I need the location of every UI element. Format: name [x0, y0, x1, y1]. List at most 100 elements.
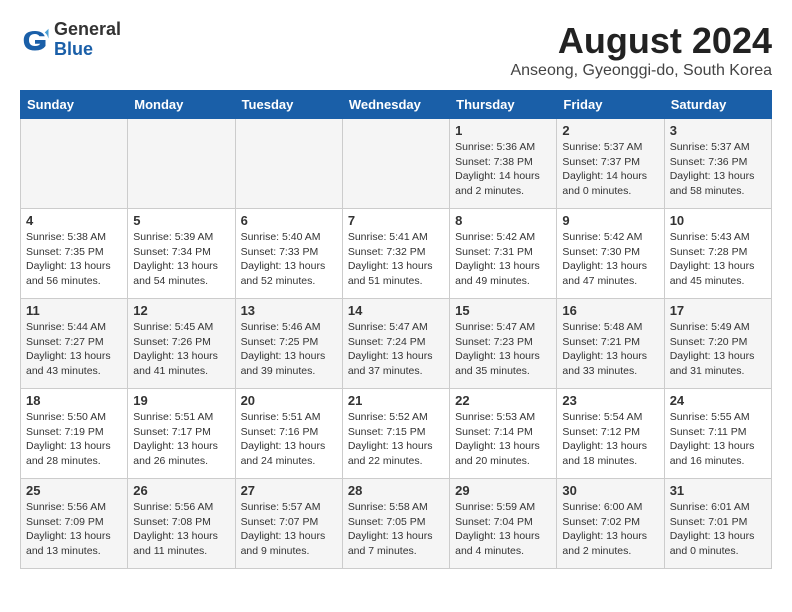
calendar-week-row: 11 Sunrise: 5:44 AM Sunset: 7:27 PM Dayli… [21, 299, 772, 389]
calendar-week-row: 4 Sunrise: 5:38 AM Sunset: 7:35 PM Daylig… [21, 209, 772, 299]
calendar-cell: 1 Sunrise: 5:36 AM Sunset: 7:38 PM Daylig… [450, 119, 557, 209]
day-info: Sunrise: 5:45 AM Sunset: 7:26 PM Dayligh… [133, 320, 229, 379]
day-number: 22 [455, 393, 551, 408]
day-number: 15 [455, 303, 551, 318]
day-info: Sunrise: 5:36 AM Sunset: 7:38 PM Dayligh… [455, 140, 551, 199]
calendar-cell: 3Sunrise: 5:37 AM Sunset: 7:36 PM Daylig… [664, 119, 771, 209]
day-info: Sunrise: 5:54 AM Sunset: 7:12 PM Dayligh… [562, 410, 658, 469]
day-info: Sunrise: 6:00 AM Sunset: 7:02 PM Dayligh… [562, 500, 658, 559]
month-year-title: August 2024 [510, 20, 772, 62]
calendar-cell: 31 Sunrise: 6:01 AM Sunset: 7:01 PM Dayli… [664, 479, 771, 569]
day-number: 6 [241, 213, 337, 228]
calendar-cell: 27Sunrise: 5:57 AM Sunset: 7:07 PM Dayli… [235, 479, 342, 569]
day-info: Sunrise: 5:43 AM Sunset: 7:28 PM Dayligh… [670, 230, 766, 289]
day-info: Sunrise: 5:49 AM Sunset: 7:20 PM Dayligh… [670, 320, 766, 379]
day-number: 19 [133, 393, 229, 408]
day-info: Sunrise: 5:37 AM Sunset: 7:37 PM Dayligh… [562, 140, 658, 199]
day-number: 8 [455, 213, 551, 228]
day-info: Sunrise: 5:58 AM Sunset: 7:05 PM Dayligh… [348, 500, 444, 559]
calendar-week-row: 1 Sunrise: 5:36 AM Sunset: 7:38 PM Daylig… [21, 119, 772, 209]
day-number: 16 [562, 303, 658, 318]
calendar-cell: 11 Sunrise: 5:44 AM Sunset: 7:27 PM Dayli… [21, 299, 128, 389]
day-number: 2 [562, 123, 658, 138]
day-info: Sunrise: 5:53 AM Sunset: 7:14 PM Dayligh… [455, 410, 551, 469]
day-info: Sunrise: 5:44 AM Sunset: 7:27 PM Dayligh… [26, 320, 122, 379]
calendar-cell [235, 119, 342, 209]
calendar-cell: 6 Sunrise: 5:40 AM Sunset: 7:33 PM Daylig… [235, 209, 342, 299]
day-number: 7 [348, 213, 444, 228]
day-info: Sunrise: 5:47 AM Sunset: 7:24 PM Dayligh… [348, 320, 444, 379]
calendar-cell: 13 Sunrise: 5:46 AM Sunset: 7:25 PM Dayli… [235, 299, 342, 389]
page-header: General Blue August 2024 Anseong, Gyeong… [20, 20, 772, 80]
day-number: 28 [348, 483, 444, 498]
logo-blue: Blue [54, 39, 93, 59]
day-info: Sunrise: 5:41 AM Sunset: 7:32 PM Dayligh… [348, 230, 444, 289]
calendar-cell: 2 Sunrise: 5:37 AM Sunset: 7:37 PM Daylig… [557, 119, 664, 209]
day-info: Sunrise: 5:50 AM Sunset: 7:19 PM Dayligh… [26, 410, 122, 469]
day-number: 5 [133, 213, 229, 228]
day-info: Sunrise: 5:51 AM Sunset: 7:17 PM Dayligh… [133, 410, 229, 469]
calendar-cell: 26Sunrise: 5:56 AM Sunset: 7:08 PM Dayli… [128, 479, 235, 569]
day-number: 9 [562, 213, 658, 228]
day-info: Sunrise: 5:42 AM Sunset: 7:30 PM Dayligh… [562, 230, 658, 289]
calendar-cell: 18Sunrise: 5:50 AM Sunset: 7:19 PM Dayli… [21, 389, 128, 479]
day-number: 17 [670, 303, 766, 318]
logo: General Blue [20, 20, 121, 60]
calendar-cell: 25 Sunrise: 5:56 AM Sunset: 7:09 PM Dayli… [21, 479, 128, 569]
calendar-table: SundayMondayTuesdayWednesdayThursdayFrid… [20, 90, 772, 569]
day-info: Sunrise: 5:40 AM Sunset: 7:33 PM Dayligh… [241, 230, 337, 289]
day-number: 23 [562, 393, 658, 408]
calendar-cell: 23 Sunrise: 5:54 AM Sunset: 7:12 PM Dayli… [557, 389, 664, 479]
calendar-cell: 12 Sunrise: 5:45 AM Sunset: 7:26 PM Dayli… [128, 299, 235, 389]
day-number: 25 [26, 483, 122, 498]
location-subtitle: Anseong, Gyeonggi-do, South Korea [510, 62, 772, 80]
day-info: Sunrise: 5:55 AM Sunset: 7:11 PM Dayligh… [670, 410, 766, 469]
day-number: 31 [670, 483, 766, 498]
calendar-cell: 20 Sunrise: 5:51 AM Sunset: 7:16 PM Dayli… [235, 389, 342, 479]
day-number: 20 [241, 393, 337, 408]
calendar-cell: 14 Sunrise: 5:47 AM Sunset: 7:24 PM Dayli… [342, 299, 449, 389]
calendar-cell: 21Sunrise: 5:52 AM Sunset: 7:15 PM Dayli… [342, 389, 449, 479]
calendar-cell: 4 Sunrise: 5:38 AM Sunset: 7:35 PM Daylig… [21, 209, 128, 299]
calendar-week-row: 25 Sunrise: 5:56 AM Sunset: 7:09 PM Dayli… [21, 479, 772, 569]
calendar-header-row: SundayMondayTuesdayWednesdayThursdayFrid… [21, 91, 772, 119]
calendar-cell: 10 Sunrise: 5:43 AM Sunset: 7:28 PM Dayli… [664, 209, 771, 299]
day-info: Sunrise: 5:38 AM Sunset: 7:35 PM Dayligh… [26, 230, 122, 289]
calendar-cell [21, 119, 128, 209]
column-header-wednesday: Wednesday [342, 91, 449, 119]
calendar-cell: 9 Sunrise: 5:42 AM Sunset: 7:30 PM Daylig… [557, 209, 664, 299]
calendar-cell: 24 Sunrise: 5:55 AM Sunset: 7:11 PM Dayli… [664, 389, 771, 479]
calendar-cell: 17 Sunrise: 5:49 AM Sunset: 7:20 PM Dayli… [664, 299, 771, 389]
calendar-cell: 7 Sunrise: 5:41 AM Sunset: 7:32 PM Daylig… [342, 209, 449, 299]
day-info: Sunrise: 5:51 AM Sunset: 7:16 PM Dayligh… [241, 410, 337, 469]
day-info: Sunrise: 5:46 AM Sunset: 7:25 PM Dayligh… [241, 320, 337, 379]
general-blue-logo-icon [20, 25, 50, 55]
day-number: 30 [562, 483, 658, 498]
day-number: 27 [241, 483, 337, 498]
day-number: 29 [455, 483, 551, 498]
logo-text: General Blue [54, 20, 121, 60]
day-info: Sunrise: 6:01 AM Sunset: 7:01 PM Dayligh… [670, 500, 766, 559]
day-number: 1 [455, 123, 551, 138]
day-number: 4 [26, 213, 122, 228]
column-header-monday: Monday [128, 91, 235, 119]
column-header-saturday: Saturday [664, 91, 771, 119]
day-number: 12 [133, 303, 229, 318]
calendar-cell: 30 Sunrise: 6:00 AM Sunset: 7:02 PM Dayli… [557, 479, 664, 569]
day-info: Sunrise: 5:37 AM Sunset: 7:36 PM Dayligh… [670, 140, 766, 199]
day-number: 11 [26, 303, 122, 318]
day-number: 24 [670, 393, 766, 408]
day-number: 13 [241, 303, 337, 318]
calendar-cell: 28 Sunrise: 5:58 AM Sunset: 7:05 PM Dayli… [342, 479, 449, 569]
calendar-week-row: 18Sunrise: 5:50 AM Sunset: 7:19 PM Dayli… [21, 389, 772, 479]
calendar-cell: 15Sunrise: 5:47 AM Sunset: 7:23 PM Dayli… [450, 299, 557, 389]
day-number: 10 [670, 213, 766, 228]
day-number: 14 [348, 303, 444, 318]
calendar-cell [342, 119, 449, 209]
column-header-thursday: Thursday [450, 91, 557, 119]
day-info: Sunrise: 5:39 AM Sunset: 7:34 PM Dayligh… [133, 230, 229, 289]
calendar-cell: 22 Sunrise: 5:53 AM Sunset: 7:14 PM Dayli… [450, 389, 557, 479]
day-info: Sunrise: 5:48 AM Sunset: 7:21 PM Dayligh… [562, 320, 658, 379]
day-info: Sunrise: 5:56 AM Sunset: 7:09 PM Dayligh… [26, 500, 122, 559]
column-header-friday: Friday [557, 91, 664, 119]
